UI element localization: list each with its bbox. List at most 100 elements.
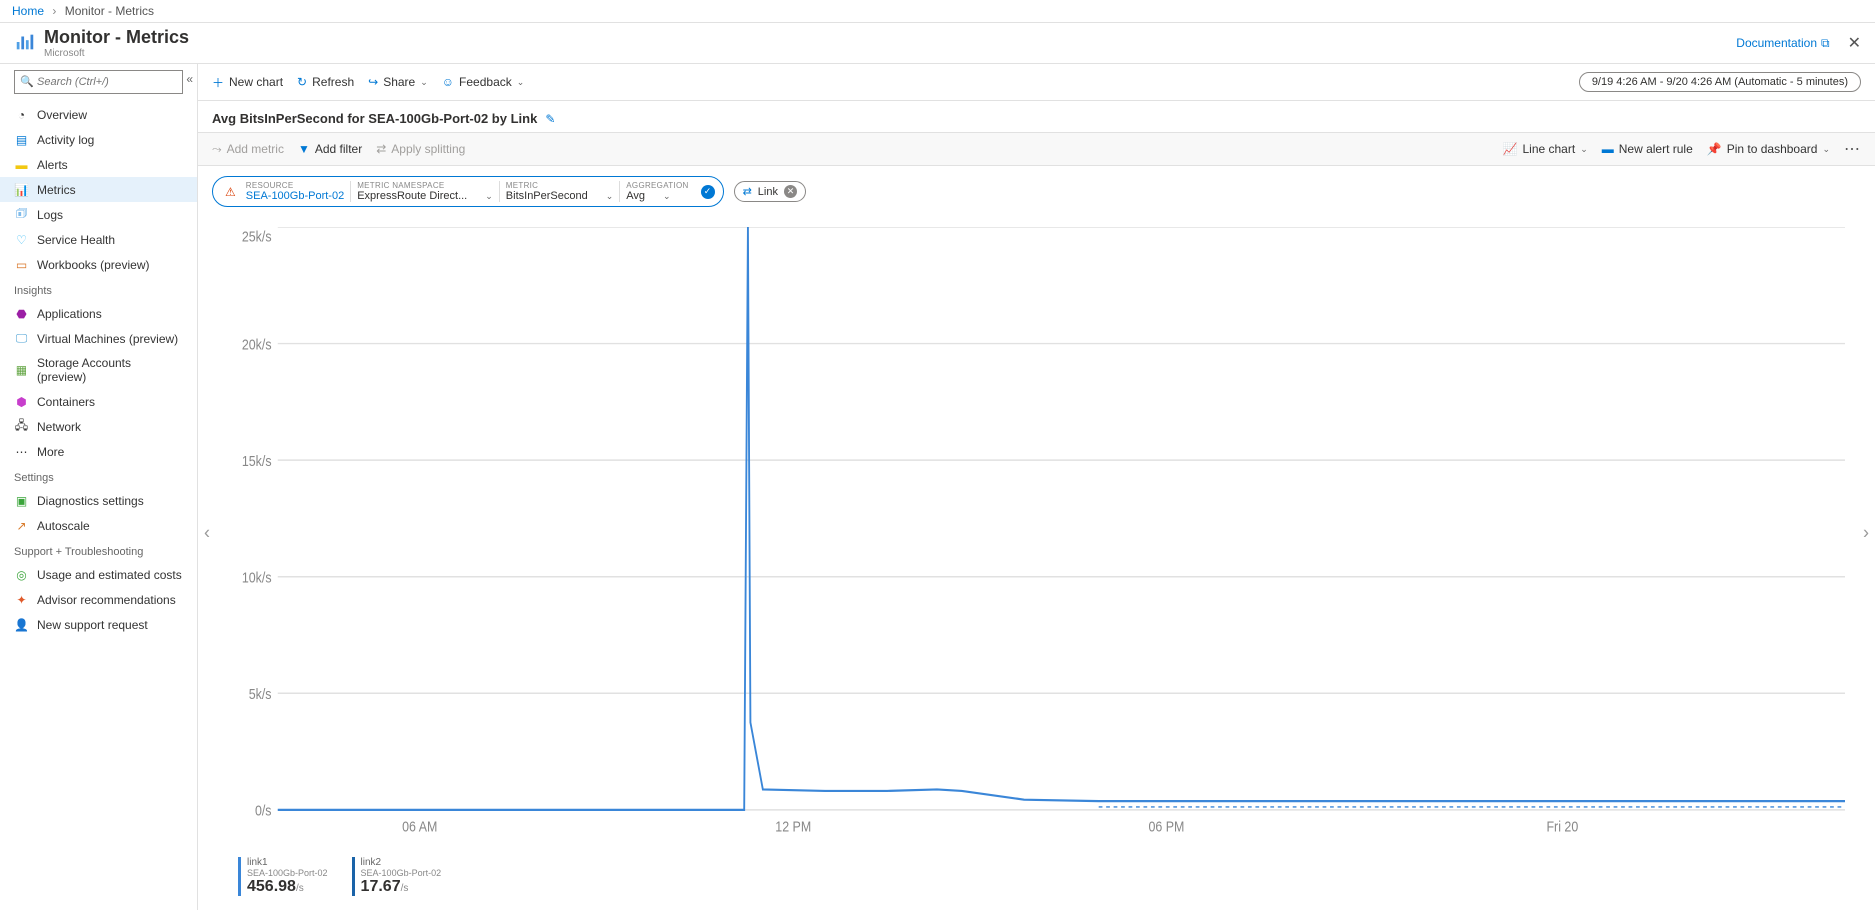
apply-splitting-button[interactable]: ⇄Apply splitting xyxy=(376,142,465,156)
chart-next-icon[interactable]: › xyxy=(1863,523,1869,544)
chart-area: ‹ › 0/s 5k/s 10k/s xyxy=(198,217,1875,849)
add-filter-button[interactable]: ▼Add filter xyxy=(298,142,362,156)
new-alert-button[interactable]: ▬New alert rule xyxy=(1602,142,1693,156)
aggregation-field[interactable]: AGGREGATION Avg⌄ xyxy=(619,181,694,202)
search-icon: 🔍 xyxy=(20,75,34,88)
filter-icon: ▼ xyxy=(298,142,310,156)
sidebar-item-applications[interactable]: ⬣Applications xyxy=(0,301,197,326)
alerts-icon: ▬ xyxy=(14,157,29,172)
documentation-link[interactable]: Documentation ⧉ xyxy=(1736,36,1829,51)
svg-text:12 PM: 12 PM xyxy=(775,819,811,835)
warning-icon: ⚠ xyxy=(225,185,236,199)
sidebar: « 🔍 ◔Overview ▤Activity log ▬Alerts 📊Met… xyxy=(0,64,198,910)
metrics-icon: 📊 xyxy=(14,182,29,197)
sidebar-group-support: Support + Troubleshooting xyxy=(0,538,197,562)
sidebar-item-diagnostics[interactable]: ▣Diagnostics settings xyxy=(0,488,197,513)
usage-icon: ◎ xyxy=(14,567,29,582)
storage-icon: ▦ xyxy=(14,363,29,378)
share-button[interactable]: ↪Share ⌄ xyxy=(368,75,428,89)
legend-item-link1[interactable]: link1 SEA-100Gb-Port-02 456.98/s xyxy=(238,857,328,896)
sidebar-item-workbooks[interactable]: ▭Workbooks (preview) xyxy=(0,252,197,277)
resource-field[interactable]: RESOURCE SEA-100Gb-Port-02 xyxy=(240,181,350,202)
chevron-down-icon: ⌄ xyxy=(420,77,428,88)
metric-query-pill: ⚠ RESOURCE SEA-100Gb-Port-02 METRIC NAME… xyxy=(212,176,724,207)
chart-type-dropdown[interactable]: 📈Line chart ⌄ xyxy=(1503,142,1588,156)
svg-text:5k/s: 5k/s xyxy=(249,686,272,702)
svg-text:0/s: 0/s xyxy=(255,803,272,819)
breadcrumb-current: Monitor - Metrics xyxy=(65,4,154,18)
sidebar-item-containers[interactable]: ⬢Containers xyxy=(0,389,197,414)
filter-bar: ⤳Add metric ▼Add filter ⇄Apply splitting… xyxy=(198,132,1875,166)
remove-split-icon[interactable]: ✕ xyxy=(784,185,797,198)
logs-icon: 🗊 xyxy=(14,207,29,222)
sidebar-item-service-health[interactable]: ♡Service Health xyxy=(0,227,197,252)
more-options-button[interactable]: ⋯ xyxy=(1844,139,1861,159)
pin-dashboard-button[interactable]: 📌Pin to dashboard ⌄ xyxy=(1707,142,1830,156)
svg-text:Fri 20: Fri 20 xyxy=(1546,819,1578,835)
sidebar-item-network[interactable]: 🖧Network xyxy=(0,414,197,439)
pin-icon: 📌 xyxy=(1707,142,1722,156)
alert-icon: ▬ xyxy=(1602,142,1614,156)
new-chart-button[interactable]: ＋New chart xyxy=(212,74,283,91)
chart-legend: link1 SEA-100Gb-Port-02 456.98/s link2 S… xyxy=(198,849,1875,910)
sidebar-item-storage-accounts[interactable]: ▦Storage Accounts (preview) xyxy=(0,351,197,389)
diagnostics-icon: ▣ xyxy=(14,493,29,508)
external-link-icon: ⧉ xyxy=(1821,36,1830,51)
log-icon: ▤ xyxy=(14,132,29,147)
svg-text:20k/s: 20k/s xyxy=(242,336,272,352)
sidebar-group-insights: Insights xyxy=(0,277,197,301)
close-icon[interactable]: ✕ xyxy=(1848,33,1861,53)
metric-field[interactable]: METRIC BitsInPerSecond⌄ xyxy=(499,181,619,202)
sidebar-item-support-request[interactable]: 👤New support request xyxy=(0,612,197,637)
refresh-icon: ↻ xyxy=(297,75,307,89)
sidebar-item-overview[interactable]: ◔Overview xyxy=(0,102,197,127)
feedback-icon: ☺ xyxy=(442,75,454,89)
split-icon: ⇄ xyxy=(743,185,752,198)
autoscale-icon: ↗ xyxy=(14,518,29,533)
svg-text:06 AM: 06 AM xyxy=(402,819,437,835)
feedback-button[interactable]: ☺Feedback ⌄ xyxy=(442,75,525,89)
page-subtitle: Microsoft xyxy=(44,48,189,59)
overview-icon: ◔ xyxy=(14,107,29,122)
page-header: Monitor - Metrics Microsoft Documentatio… xyxy=(0,23,1875,64)
legend-item-link2[interactable]: link2 SEA-100Gb-Port-02 17.67/s xyxy=(352,857,442,896)
chart-plot[interactable]: 0/s 5k/s 10k/s 15k/s 20k/s 25k/s 06 AM 1… xyxy=(228,227,1845,839)
support-icon: 👤 xyxy=(14,617,29,632)
sidebar-item-alerts[interactable]: ▬Alerts xyxy=(0,152,197,177)
workbook-icon: ▭ xyxy=(14,257,29,272)
split-link-pill[interactable]: ⇄ Link ✕ xyxy=(734,181,806,202)
sidebar-item-metrics[interactable]: 📊Metrics xyxy=(0,177,197,202)
svg-text:15k/s: 15k/s xyxy=(242,453,272,469)
line-chart-icon: 📈 xyxy=(1503,142,1518,156)
chart-prev-icon[interactable]: ‹ xyxy=(204,523,210,544)
svg-text:25k/s: 25k/s xyxy=(242,229,272,245)
search-input[interactable] xyxy=(14,70,183,94)
time-range-picker[interactable]: 9/19 4:26 AM - 9/20 4:26 AM (Automatic -… xyxy=(1579,72,1861,92)
toolbar: ＋New chart ↻Refresh ↪Share ⌄ ☺Feedback ⌄… xyxy=(198,64,1875,101)
add-metric-icon: ⤳ xyxy=(212,142,222,157)
chevron-down-icon: ⌄ xyxy=(663,191,671,202)
sidebar-item-autoscale[interactable]: ↗Autoscale xyxy=(0,513,197,538)
monitor-icon xyxy=(14,31,36,56)
sidebar-item-usage[interactable]: ◎Usage and estimated costs xyxy=(0,562,197,587)
plus-icon: ＋ xyxy=(212,74,224,91)
query-row: ⚠ RESOURCE SEA-100Gb-Port-02 METRIC NAME… xyxy=(198,166,1875,217)
vm-icon: 🖵 xyxy=(14,331,29,346)
containers-icon: ⬢ xyxy=(14,394,29,409)
chart-title: Avg BitsInPerSecond for SEA-100Gb-Port-0… xyxy=(212,111,537,126)
breadcrumb-home[interactable]: Home xyxy=(12,4,44,18)
series-link1 xyxy=(278,227,1845,810)
svg-text:06 PM: 06 PM xyxy=(1148,819,1184,835)
refresh-button[interactable]: ↻Refresh xyxy=(297,75,354,89)
sidebar-item-more[interactable]: ⋯More xyxy=(0,439,197,464)
sidebar-item-activity-log[interactable]: ▤Activity log xyxy=(0,127,197,152)
health-icon: ♡ xyxy=(14,232,29,247)
sidebar-item-virtual-machines[interactable]: 🖵Virtual Machines (preview) xyxy=(0,326,197,351)
namespace-field[interactable]: METRIC NAMESPACE ExpressRoute Direct...⌄ xyxy=(350,181,499,202)
query-confirm-icon[interactable]: ✓ xyxy=(701,185,715,199)
sidebar-item-advisor[interactable]: ✦Advisor recommendations xyxy=(0,587,197,612)
sidebar-item-logs[interactable]: 🗊Logs xyxy=(0,202,197,227)
edit-title-icon[interactable]: ✎ xyxy=(545,112,555,126)
app-icon: ⬣ xyxy=(14,306,29,321)
add-metric-button[interactable]: ⤳Add metric xyxy=(212,142,284,157)
